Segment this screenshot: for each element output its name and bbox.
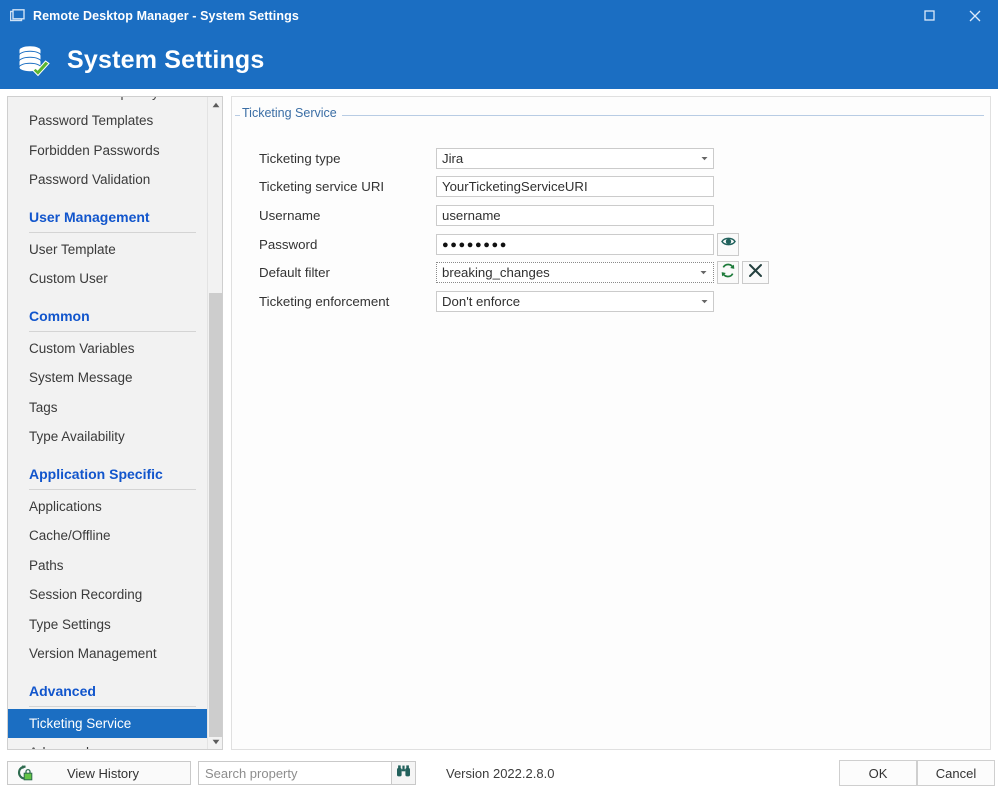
sidebar-scrollbar[interactable] xyxy=(207,97,222,749)
refresh-icon xyxy=(720,263,736,283)
ticketing-type-value: Jira xyxy=(442,151,463,166)
chevron-down-icon[interactable] xyxy=(696,292,713,311)
ticketing-enforcement-label: Ticketing enforcement xyxy=(233,294,436,309)
sidebar-item-forbidden-passwords[interactable]: Forbidden Passwords xyxy=(8,136,208,166)
ticketing-enforcement-combobox[interactable]: Don't enforce xyxy=(436,291,714,312)
window-controls xyxy=(906,0,998,31)
search-button[interactable] xyxy=(391,761,416,785)
version-text: Version 2022.2.8.0 xyxy=(446,761,554,785)
sidebar-group-separator xyxy=(29,489,196,490)
sidebar-clipped-item[interactable]: Password Complexity xyxy=(8,97,208,106)
form-row-ticketing-service-uri: Ticketing service URI YourTicketingServic… xyxy=(233,173,990,202)
sidebar-item-session-recording[interactable]: Session Recording xyxy=(8,580,208,610)
group-separator-line xyxy=(235,115,984,116)
form-row-default-filter: Default filter breaking_changes xyxy=(233,258,990,287)
eye-icon xyxy=(721,235,736,253)
ticketing-service-uri-label: Ticketing service URI xyxy=(233,179,436,194)
window-title: Remote Desktop Manager - System Settings xyxy=(33,9,299,23)
ticketing-type-combobox[interactable]: Jira xyxy=(436,148,714,169)
scroll-down-arrow-icon[interactable] xyxy=(208,734,223,749)
default-filter-control-group: breaking_changes xyxy=(436,261,769,284)
form-row-username: Username username xyxy=(233,201,990,230)
sidebar-item-list: Password Complexity Password TemplatesFo… xyxy=(8,97,208,750)
username-value: username xyxy=(442,208,501,223)
sidebar-item-version-management[interactable]: Version Management xyxy=(8,639,208,669)
sidebar-item-custom-variables[interactable]: Custom Variables xyxy=(8,334,208,364)
chevron-down-icon[interactable] xyxy=(695,263,712,282)
settings-navigation-sidebar[interactable]: Password Complexity Password TemplatesFo… xyxy=(7,96,223,750)
username-input[interactable]: username xyxy=(436,205,714,226)
database-check-icon xyxy=(13,41,51,79)
sidebar-item-tags[interactable]: Tags xyxy=(8,393,208,423)
sidebar-item-type-settings[interactable]: Type Settings xyxy=(8,610,208,640)
cancel-button[interactable]: Cancel xyxy=(917,760,995,786)
close-button[interactable] xyxy=(952,0,998,31)
maximize-button[interactable] xyxy=(906,0,952,31)
refresh-filters-button[interactable] xyxy=(717,261,739,284)
scrollbar-thumb[interactable] xyxy=(209,293,222,737)
group-title: Ticketing Service xyxy=(240,106,342,120)
sidebar-item-ticketing-service[interactable]: Ticketing Service xyxy=(8,709,208,739)
ticketing-service-uri-control-group: YourTicketingServiceURI xyxy=(436,176,714,197)
sidebar-item-password-templates[interactable]: Password Templates xyxy=(8,106,208,136)
sidebar-item-system-message[interactable]: System Message xyxy=(8,363,208,393)
sidebar-item-applications[interactable]: Applications xyxy=(8,492,208,522)
password-value: ●●●●●●●● xyxy=(442,238,508,251)
close-x-icon xyxy=(748,263,763,283)
default-filter-label: Default filter xyxy=(233,265,436,280)
sidebar-item-paths[interactable]: Paths xyxy=(8,551,208,581)
form-row-ticketing-type: Ticketing type Jira xyxy=(233,144,990,173)
page-title: System Settings xyxy=(67,46,265,75)
default-filter-value: breaking_changes xyxy=(442,265,550,280)
sidebar-item-custom-user[interactable]: Custom User xyxy=(8,264,208,294)
ticketing-service-uri-input[interactable]: YourTicketingServiceURI xyxy=(436,176,714,197)
sidebar-item-type-availability[interactable]: Type Availability xyxy=(8,422,208,452)
sidebar-item-password-validation[interactable]: Password Validation xyxy=(8,165,208,195)
sidebar-group-separator xyxy=(29,232,196,233)
view-history-label: View History xyxy=(38,766,190,781)
window-title-bar: Remote Desktop Manager - System Settings xyxy=(0,0,998,31)
view-history-button[interactable]: View History xyxy=(7,761,191,785)
window-icon xyxy=(9,8,25,24)
search-property-input[interactable]: Search property xyxy=(198,761,391,785)
sidebar-group-advanced: Advanced xyxy=(8,669,208,703)
sidebar-item-user-template[interactable]: User Template xyxy=(8,235,208,265)
sidebar-group-user-management: User Management xyxy=(8,195,208,229)
chevron-down-icon[interactable] xyxy=(696,149,713,168)
password-input[interactable]: ●●●●●●●● xyxy=(436,234,714,255)
page-header: System Settings xyxy=(0,31,998,89)
ok-button[interactable]: OK xyxy=(839,760,917,786)
search-property-box[interactable]: Search property xyxy=(198,761,416,785)
settings-content-panel: Ticketing Service Ticketing typeJiraTick… xyxy=(231,96,991,750)
username-control-group: username xyxy=(436,205,714,226)
sidebar-group-common: Common xyxy=(8,294,208,328)
ticketing-service-group: Ticketing Service Ticketing typeJiraTick… xyxy=(233,106,990,746)
default-filter-combobox[interactable]: breaking_changes xyxy=(436,262,714,283)
dialog-body: Password Complexity Password TemplatesFo… xyxy=(0,89,998,796)
ticketing-enforcement-control-group: Don't enforce xyxy=(436,291,714,312)
ticketing-service-form: Ticketing type Jira Ticketing service URI Y… xyxy=(233,144,990,316)
history-lock-icon xyxy=(12,764,38,782)
sidebar-group-separator xyxy=(29,706,196,707)
ticketing-enforcement-value: Don't enforce xyxy=(442,294,520,309)
username-label: Username xyxy=(233,208,436,223)
ticketing-service-uri-value: YourTicketingServiceURI xyxy=(442,179,588,194)
form-row-ticketing-enforcement: Ticketing enforcement Don't enforce xyxy=(233,287,990,316)
password-label: Password xyxy=(233,237,436,252)
sidebar-clipped-item-label: Password Complexity xyxy=(29,97,159,100)
sidebar-item-cache-offline[interactable]: Cache/Offline xyxy=(8,521,208,551)
binoculars-icon xyxy=(396,764,411,783)
sidebar-item-advanced[interactable]: Advanced xyxy=(8,738,208,750)
sidebar-group-application-specific: Application Specific xyxy=(8,452,208,486)
dialog-footer: View History Search property Version 202… xyxy=(0,757,998,796)
reveal-password-button[interactable] xyxy=(717,233,739,256)
clear-filter-button[interactable] xyxy=(742,261,769,284)
form-row-password: Password ●●●●●●●● xyxy=(233,230,990,259)
password-control-group: ●●●●●●●● xyxy=(436,233,739,256)
ticketing-type-label: Ticketing type xyxy=(233,151,436,166)
sidebar-group-separator xyxy=(29,331,196,332)
scroll-up-arrow-icon[interactable] xyxy=(208,97,223,112)
ticketing-type-control-group: Jira xyxy=(436,148,714,169)
